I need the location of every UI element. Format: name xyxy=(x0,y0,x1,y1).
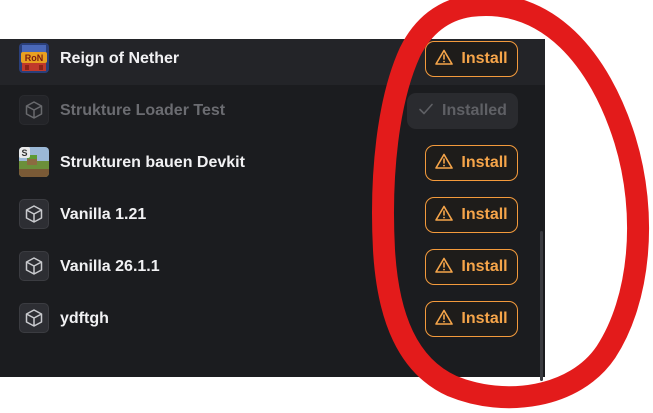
modpack-name: Vanilla 26.1.1 xyxy=(60,258,160,275)
install-label: Install xyxy=(461,258,508,275)
warning-icon xyxy=(435,49,454,70)
install-button[interactable]: Install xyxy=(425,249,518,285)
modpack-name: Reign of Nether xyxy=(60,50,180,67)
svg-text:S: S xyxy=(21,148,27,158)
install-button[interactable]: Install xyxy=(425,41,518,77)
list-item-vanilla-26-1-1[interactable]: Vanilla 26.1.1 Install xyxy=(0,241,545,293)
install-button[interactable]: Install xyxy=(425,197,518,233)
modpack-list-panel: RoN Reign of Nether Install Strukture Lo… xyxy=(0,39,545,381)
install-button[interactable]: Install xyxy=(425,301,518,337)
check-icon xyxy=(418,102,434,121)
warning-icon xyxy=(435,309,454,330)
modpack-name: ydftgh xyxy=(60,310,109,327)
warning-icon xyxy=(435,205,454,226)
install-label: Install xyxy=(461,310,508,327)
minecraft-grass-block-thumbnail-icon: S xyxy=(19,147,49,177)
warning-icon xyxy=(435,153,454,174)
install-label: Install xyxy=(461,154,508,171)
reign-of-nether-logo-icon: RoN xyxy=(19,43,49,73)
cube-icon xyxy=(19,303,49,333)
modpack-name: Strukture Loader Test xyxy=(60,102,226,119)
cube-icon xyxy=(19,251,49,281)
install-label: Install xyxy=(461,206,508,223)
screenshot-stage: RoN Reign of Nether Install Strukture Lo… xyxy=(0,0,653,413)
cube-icon xyxy=(19,199,49,229)
list-item-ydftgh[interactable]: ydftgh Install xyxy=(0,293,545,345)
warning-icon xyxy=(435,257,454,278)
list-item-strukture-loader-test[interactable]: Strukture Loader Test Installed xyxy=(0,85,545,137)
installed-button[interactable]: Installed xyxy=(407,93,518,129)
list-item-vanilla-1-21[interactable]: Vanilla 1.21 Install xyxy=(0,189,545,241)
list-item-reign-of-nether[interactable]: RoN Reign of Nether Install xyxy=(0,33,545,85)
modpack-name: Strukturen bauen Devkit xyxy=(60,154,245,171)
cube-icon xyxy=(19,95,49,125)
ron-logo-text: RoN xyxy=(25,53,44,63)
modpack-name: Vanilla 1.21 xyxy=(60,206,147,223)
list-item-strukturen-bauen-devkit[interactable]: S Strukturen bauen Devkit Install xyxy=(0,137,545,189)
install-button[interactable]: Install xyxy=(425,145,518,181)
installed-label: Installed xyxy=(442,102,507,119)
install-label: Install xyxy=(461,50,508,67)
